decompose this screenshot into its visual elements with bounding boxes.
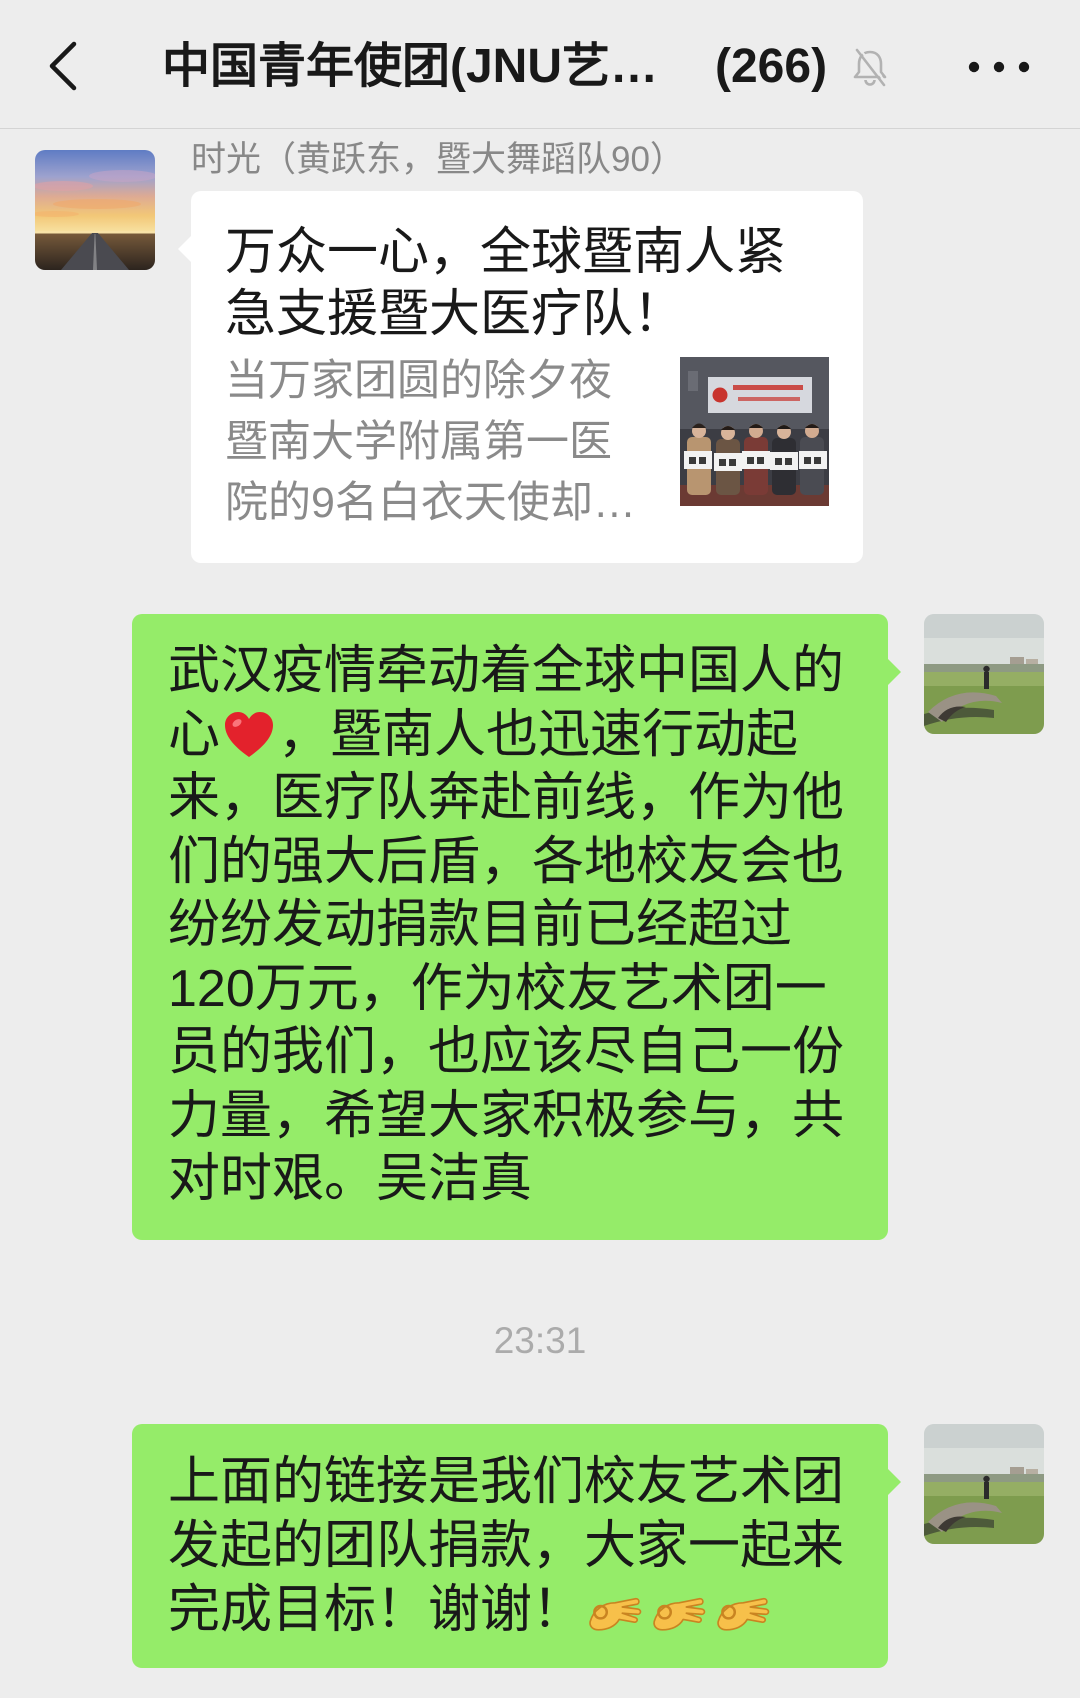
link-description-line: 暨南大学附属第一医 (225, 418, 612, 466)
link-title: 万众一心，全球暨南人紧 急支援暨大医疗队！ (225, 221, 786, 345)
chevron-left-icon (49, 41, 77, 91)
message-line: 发起的团队捐款，大家一起来 (168, 1516, 845, 1575)
ok-hand-icon (589, 1597, 642, 1631)
bell-slash-icon (853, 47, 888, 87)
self-avatar[interactable] (924, 1424, 1044, 1544)
link-description: 当万家团圆的除夕夜 暨南大学附属第一医 院的9名白衣天使却… (225, 351, 636, 534)
message-line: 员的我们，也应该尽自己一份 (168, 1023, 845, 1081)
message-line: 来，医疗队奔赴前线，作为他 (168, 769, 845, 827)
message-line: 力量，希望大家积极参与，共 (168, 1086, 845, 1145)
timestamp-divider: 23:31 (493, 1320, 587, 1361)
mute-indicator (850, 46, 890, 88)
sunset-road-avatar-icon (35, 150, 155, 270)
message-list[interactable]: 时光（黄跃东，暨大舞蹈队90） 万众一心，全球暨南人紧 急支援暨大医疗队！ 当万… (0, 129, 1080, 1698)
sender-avatar[interactable] (35, 150, 155, 270)
ok-hand-icon (717, 1597, 770, 1631)
message-line: 们的强大后盾，各地校友会也 (168, 832, 845, 891)
stone-bridge-avatar-icon (924, 614, 1044, 734)
more-dots-icon (968, 61, 1030, 73)
ok-hand-icon (653, 1597, 706, 1631)
message-line: 完成目标！谢谢！ (168, 1578, 864, 1643)
message-text: 完成目标！谢谢！ (168, 1581, 585, 1639)
link-card[interactable]: 万众一心，全球暨南人紧 急支援暨大医疗队！ 当万家团圆的除夕夜 暨南大学附属第一… (178, 191, 863, 563)
back-button[interactable] (44, 38, 82, 94)
red-heart-icon (225, 711, 274, 757)
message-line: 120万元，作为校友艺术团一 (168, 959, 827, 1018)
message-line: 心 ，暨南人也迅速行动起 (168, 704, 864, 768)
sender-name: 时光（黄跃东，暨大舞蹈队90） (191, 140, 685, 179)
group-photo-thumbnail-icon (680, 357, 829, 506)
message-text: ，暨南人也迅速行动起 (278, 705, 799, 764)
message-line: 上面的链接是我们校友艺术团 (168, 1453, 845, 1511)
message-line: 纷纷发动捐款目前已经超过 (168, 896, 793, 954)
outgoing-text-bubble[interactable]: 上面的链接是我们校友艺术团 发起的团队捐款，大家一起来 完成目标！谢谢！ (132, 1424, 901, 1668)
link-title-line: 万众一心，全球暨南人紧 (225, 223, 787, 280)
link-description-line: 院的9名白衣天使却… (225, 479, 636, 527)
chat-header: 中国青年使团(JNU艺… (266) (0, 0, 1080, 129)
message-line: 武汉疫情牵动着全球中国人的 (168, 642, 845, 700)
message-text: 心 (168, 705, 221, 764)
link-thumbnail (680, 357, 829, 506)
link-description-line: 当万家团圆的除夕夜 (225, 357, 612, 405)
stone-bridge-avatar-icon (924, 1424, 1044, 1544)
chat-title[interactable]: 中国青年使团(JNU艺… (162, 38, 658, 96)
member-count: (266) (715, 40, 828, 93)
more-button[interactable] (962, 54, 1036, 80)
self-avatar[interactable] (924, 614, 1044, 734)
outgoing-text-bubble[interactable]: 武汉疫情牵动着全球中国人的 心 ，暨南人也迅速行动起 来，医疗队奔赴前线，作为他… (132, 614, 901, 1240)
link-title-line: 急支援暨大医疗队！ (225, 285, 685, 342)
message-line: 对时艰。吴洁真 (168, 1150, 533, 1208)
